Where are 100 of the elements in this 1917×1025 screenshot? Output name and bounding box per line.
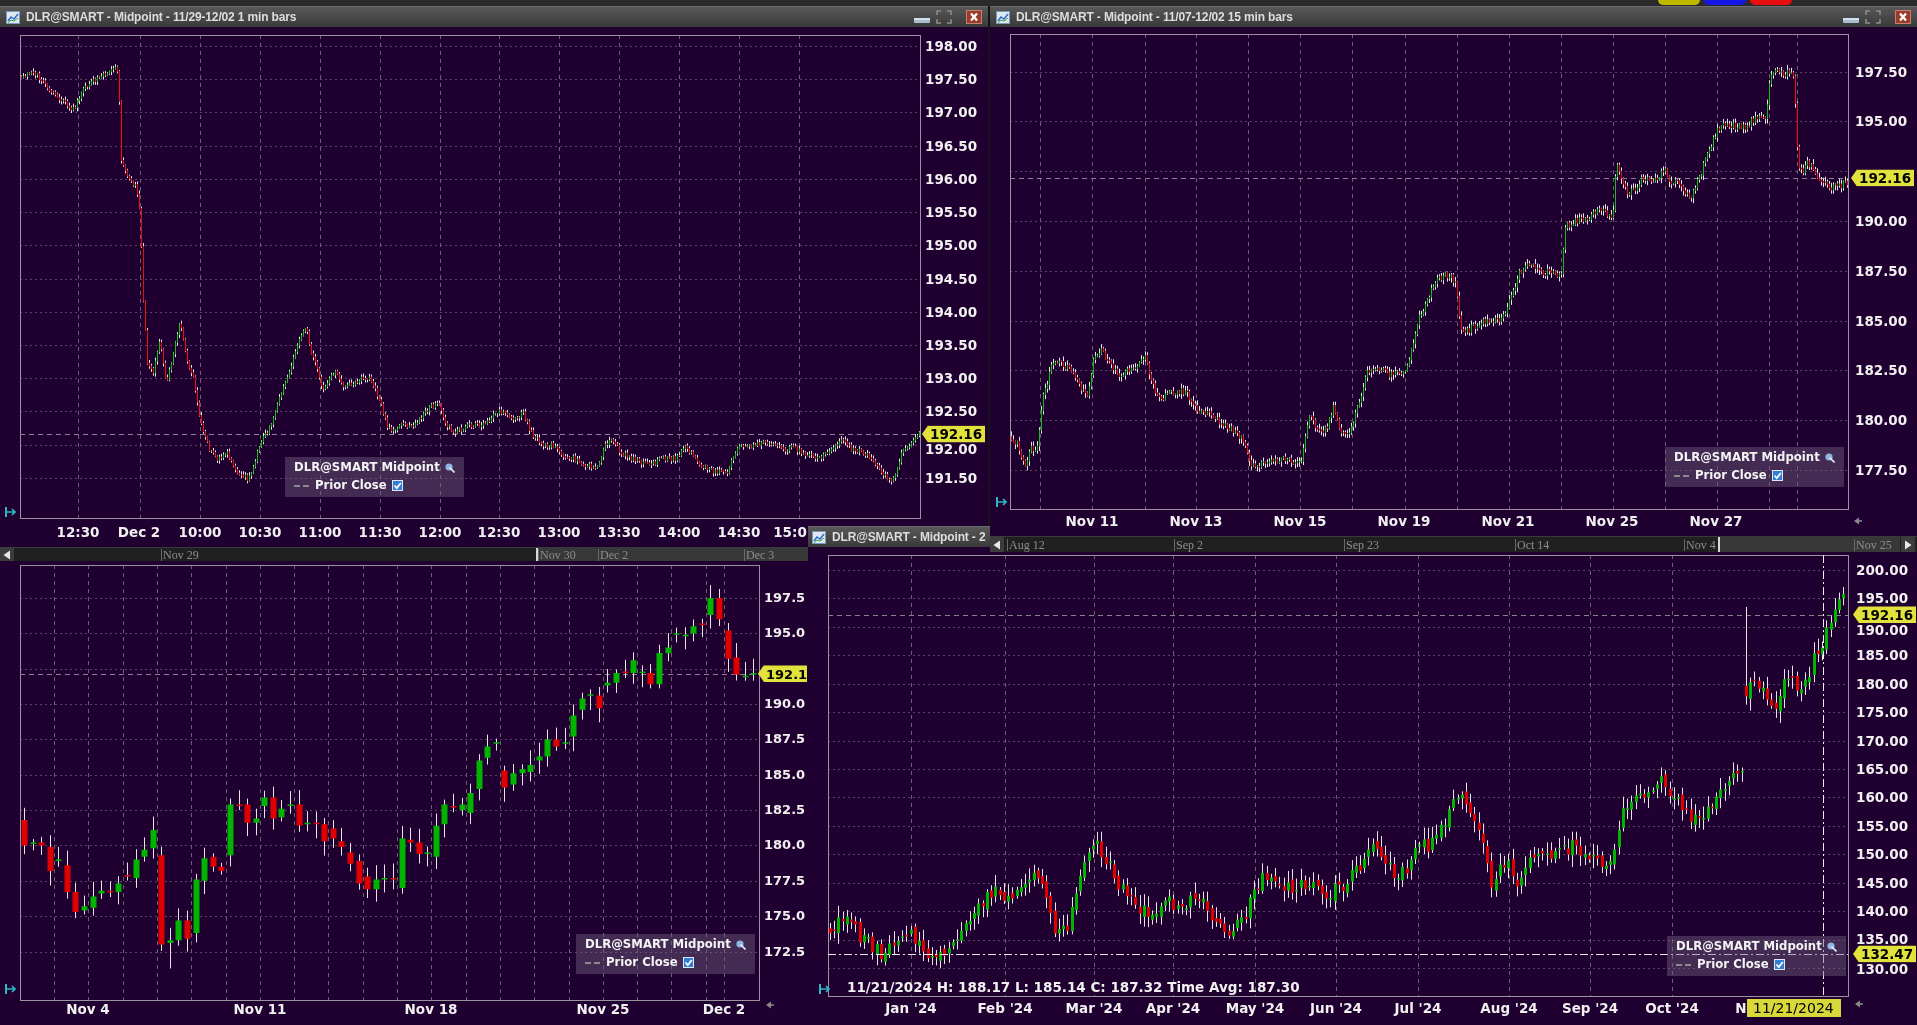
- maximize-icon[interactable]: [936, 10, 952, 24]
- dashed-line-icon: [294, 484, 310, 487]
- price-label: 193.50: [925, 339, 978, 351]
- time-label: 10:30: [238, 526, 282, 538]
- time-label: 11:30: [358, 526, 402, 538]
- bar-arrow-icon[interactable]: [5, 984, 16, 994]
- scroll-thumb[interactable]: [536, 548, 808, 561]
- price-label: 187.5: [764, 733, 806, 746]
- magnifier-icon[interactable]: [444, 462, 455, 473]
- time-label: Nov 21: [1481, 515, 1535, 527]
- bar-arrow-icon[interactable]: [996, 497, 1007, 507]
- dashed-line-icon: [1674, 474, 1690, 477]
- left-arrow-icon[interactable]: [1855, 1000, 1863, 1008]
- checkbox[interactable]: [1773, 959, 1785, 970]
- chart-icon: [996, 10, 1010, 24]
- left-arrow-icon[interactable]: [766, 1001, 774, 1009]
- timeline-label: Nov 29: [161, 548, 199, 561]
- price-tag: 192.1: [758, 665, 808, 682]
- timeline-scrollbar[interactable]: Nov 29 Nov 30 Dec 2 Dec 3: [0, 547, 808, 561]
- timeline-scrollbar[interactable]: Aug 12 Sep 2 Sep 23 Oct 14 Nov 4 Nov 25: [990, 536, 1917, 552]
- time-label: 10:00: [178, 526, 222, 538]
- price-label: 177.50: [1855, 464, 1908, 477]
- price-label: 195.00: [1856, 592, 1909, 605]
- price-label: 135.00: [1856, 932, 1909, 945]
- price-label: 200.00: [1856, 564, 1909, 576]
- price-label: 172.5: [764, 945, 806, 958]
- price-tag: 192.16: [1853, 606, 1917, 624]
- price-label: 190.00: [1855, 214, 1908, 227]
- time-label: Mar '24: [1065, 1002, 1123, 1014]
- price-label: 185.0: [764, 768, 806, 781]
- legend-label: Prior Close: [606, 955, 678, 970]
- time-label: 12:30: [477, 526, 521, 538]
- time-label: Dec 2: [117, 526, 161, 538]
- price-label: 150.00: [1856, 848, 1909, 861]
- time-label: Nov 15: [1273, 515, 1327, 527]
- magnifier-icon[interactable]: [1826, 941, 1837, 952]
- price-label: 155.00: [1856, 819, 1909, 832]
- price-label: 165.00: [1856, 763, 1909, 775]
- price-label: 197.00: [925, 106, 978, 119]
- price-label: 197.50: [925, 73, 978, 86]
- bar-arrow-icon[interactable]: [819, 984, 830, 994]
- time-label: Jan '24: [885, 1002, 937, 1014]
- time-label: Nov 18: [404, 1003, 458, 1015]
- legend-label: Prior Close: [1697, 957, 1769, 972]
- bar-arrow-icon[interactable]: [5, 507, 16, 517]
- time-label: Feb '24: [977, 1002, 1033, 1014]
- price-label: 192.50: [925, 405, 978, 418]
- magnifier-icon[interactable]: [1824, 452, 1835, 463]
- time-label: Oct '24: [1645, 1002, 1699, 1014]
- close-icon[interactable]: [966, 10, 982, 24]
- price-label: 180.00: [1855, 414, 1908, 427]
- timeline-label: Nov 4: [1684, 538, 1716, 551]
- price-label: 187.50: [1855, 264, 1908, 277]
- close-icon[interactable]: [1895, 10, 1911, 24]
- magnifier-icon[interactable]: [735, 939, 746, 950]
- time-label: Nov 19: [1377, 515, 1431, 527]
- price-label: 195.0: [764, 627, 806, 640]
- price-label: 196.50: [925, 139, 978, 152]
- maximize-icon[interactable]: [1865, 10, 1881, 24]
- price-label: 185.00: [1856, 649, 1909, 662]
- price-label: 195.50: [925, 206, 978, 219]
- price-label: 195.00: [1855, 115, 1908, 128]
- time-label: Jul '24: [1394, 1002, 1442, 1014]
- checkbox[interactable]: [682, 957, 694, 968]
- checkbox[interactable]: [391, 480, 403, 491]
- time-label: 13:30: [597, 526, 641, 538]
- checkbox[interactable]: [1771, 470, 1783, 481]
- window-title: DLR@SMART - Midpoint - 11/29-12/02 1 min bars: [26, 10, 298, 24]
- scroll-left-icon[interactable]: [0, 548, 14, 561]
- price-label: 182.5: [764, 804, 806, 817]
- time-label: Apr '24: [1145, 1002, 1201, 1014]
- dashed-line-icon: [1676, 963, 1692, 966]
- time-label: Jun '24: [1310, 1002, 1362, 1014]
- legend-title: DLR@SMART Midpoint: [1674, 450, 1820, 465]
- scroll-left-icon[interactable]: [990, 537, 1004, 552]
- price-label: 190.0: [764, 698, 806, 711]
- timeline-label: Sep 2: [1174, 538, 1203, 551]
- time-label: 12:00: [418, 526, 462, 538]
- left-arrow-icon[interactable]: [1854, 517, 1862, 525]
- time-label: 14:00: [657, 526, 701, 538]
- time-label: Aug '24: [1480, 1002, 1538, 1014]
- price-label: 196.00: [925, 172, 978, 185]
- group-tab-icon[interactable]: [1658, 0, 1700, 5]
- legend-title: DLR@SMART Midpoint: [585, 937, 731, 952]
- price-label: 175.0: [764, 910, 806, 923]
- chart-icon: [6, 10, 20, 24]
- group-tab-icon[interactable]: [1750, 0, 1792, 5]
- price-tag: 192.16: [922, 425, 986, 443]
- price-label: 190.00: [1856, 623, 1909, 636]
- timeline-label: Oct 14: [1515, 538, 1550, 551]
- price-label: 192.00: [925, 443, 978, 456]
- chart-icon: [812, 530, 826, 544]
- timeline-label: Dec 3: [744, 548, 775, 561]
- scroll-right-icon[interactable]: [1901, 537, 1915, 552]
- scroll-thumb[interactable]: [1718, 537, 1900, 552]
- window-title: DLR@SMART - Midpoint - 11/07-12/02 15 min bars: [1016, 10, 1294, 24]
- price-label: 130.00: [1856, 962, 1909, 975]
- price-label: 197.5: [764, 592, 806, 604]
- time-label: May '24: [1225, 1002, 1285, 1014]
- price-label: 175.00: [1856, 706, 1909, 719]
